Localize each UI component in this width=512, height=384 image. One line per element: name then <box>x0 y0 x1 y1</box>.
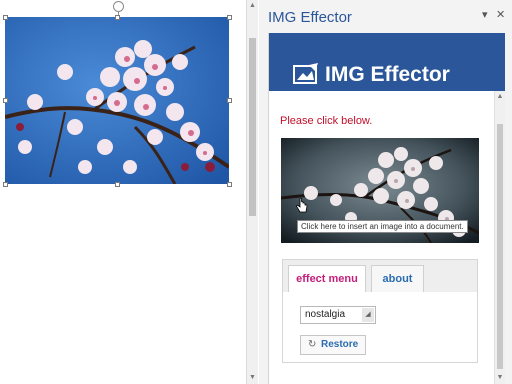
effect-select-value: nostalgia <box>305 309 346 320</box>
pane-close-icon[interactable]: ✕ <box>496 8 505 21</box>
document-scrollbar[interactable]: ▲ ▼ <box>246 0 258 384</box>
resize-handle-bottom-left[interactable] <box>3 182 8 187</box>
tab-effect-menu[interactable]: effect menu <box>288 265 366 292</box>
task-pane-title: IMG Effector <box>268 9 352 26</box>
addin-banner-title: IMG Effector <box>325 63 450 86</box>
cherry-blossom-image[interactable] <box>5 17 229 184</box>
hand-pointer-icon <box>296 198 308 213</box>
pane-scroll-thumb[interactable] <box>497 124 503 369</box>
tab-about[interactable]: about <box>371 265 424 292</box>
resize-handle-top-middle[interactable] <box>115 15 120 20</box>
document-canvas[interactable] <box>0 0 246 384</box>
resize-handle-top-left[interactable] <box>3 15 8 20</box>
resize-handle-middle-left[interactable] <box>3 98 8 103</box>
pane-scrollbar[interactable]: ▲ ▼ <box>494 91 505 384</box>
tab-bar: effect menu about <box>283 260 477 292</box>
pane-scroll-up-arrow-icon[interactable]: ▲ <box>495 91 505 103</box>
addin-banner: IMG Effector <box>269 33 505 91</box>
effect-select[interactable]: nostalgia ◢ <box>300 306 376 324</box>
addin-content: IMG Effector Please click below. Click h… <box>268 33 505 384</box>
restore-button[interactable]: ↻ Restore <box>300 335 366 355</box>
pane-options-icon[interactable]: ▾ <box>482 8 488 21</box>
scroll-up-arrow-icon[interactable]: ▲ <box>247 0 258 12</box>
document-scroll-thumb[interactable] <box>249 38 256 216</box>
resize-handle-middle-right[interactable] <box>227 98 232 103</box>
resize-handle-top-right[interactable] <box>227 15 232 20</box>
task-pane: IMG Effector ▾ ✕ IMG Effector Please cli… <box>259 0 512 384</box>
resize-handle-bottom-middle[interactable] <box>115 182 120 187</box>
instruction-text: Please click below. <box>280 115 373 127</box>
pane-scroll-down-arrow-icon[interactable]: ▼ <box>495 372 505 384</box>
resize-handle-bottom-right[interactable] <box>227 182 232 187</box>
restore-button-label: Restore <box>321 339 359 350</box>
insert-image-tooltip: Click here to insert an image into a doc… <box>297 220 468 233</box>
scroll-down-arrow-icon[interactable]: ▼ <box>247 372 258 384</box>
restore-icon: ↻ <box>308 339 317 350</box>
effects-panel: effect menu about nostalgia ◢ ↻ Restore <box>282 259 478 363</box>
dropdown-arrow-icon[interactable]: ◢ <box>362 308 374 322</box>
image-effect-logo-icon <box>293 63 318 84</box>
